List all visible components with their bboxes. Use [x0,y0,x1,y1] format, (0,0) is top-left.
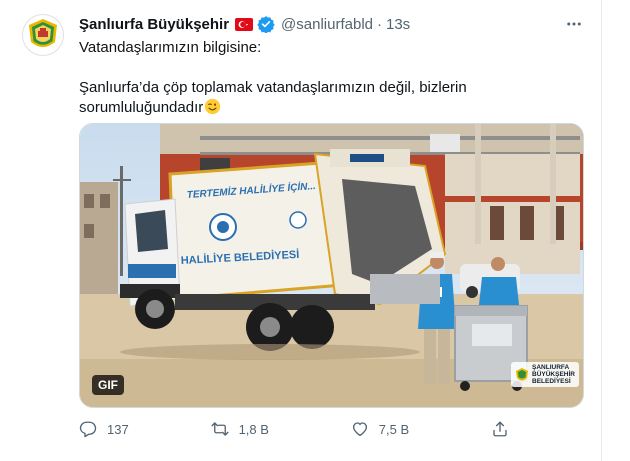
gif-badge: GIF [92,375,124,395]
municipality-watermark: ŞANLIURFA BÜYÜKŞEHİR BELEDİYESİ [511,362,579,387]
watermark-logo-icon [516,367,529,380]
winking-face-emoji-icon [204,98,221,121]
tweet-text-line-3-text: sorumluluğundadır [79,99,204,116]
display-name[interactable]: Şanlıurfa Büyükşehir [79,16,229,33]
like-button[interactable]: 7,5 B [351,420,409,438]
tweet-header: Şanlıurfa Büyükşehir @sanliurfabld · 13s [79,14,585,34]
retweet-count: 1,8 B [238,421,269,437]
tweet-card[interactable]: Şanlıurfa Büyükşehir @sanliurfabld · 13s [0,0,602,461]
watermark-line-2: BÜYÜKŞEHİR [532,371,575,378]
verified-badge-icon [257,15,275,33]
retweet-icon [211,422,229,436]
tweet-text: Vatandaşlarımızın bilgisine: Şanlıurfa’d… [79,38,579,121]
tweet-actions-bar: 137 1,8 B 7,5 B [79,420,509,438]
watermark-text: ŞANLIURFA BÜYÜKŞEHİR BELEDİYESİ [532,364,575,385]
watermark-line-1: ŞANLIURFA [532,364,570,371]
share-button[interactable] [491,420,509,438]
user-handle[interactable]: @sanliurfabld [281,16,373,33]
tweet-text-line-2: Şanlıurfa’da çöp toplamak vatandaşlarımı… [79,79,467,96]
garbage-truck-image: TERTEMİZ HALİLİYE İÇİN... HALİLİYE BELED… [80,124,583,407]
share-icon [493,421,507,437]
more-options-button[interactable] [563,14,585,34]
avatar[interactable] [22,14,64,56]
reply-count: 137 [107,421,129,437]
tweet-media-gif[interactable]: TERTEMİZ HALİLİYE İÇİN... HALİLİYE BELED… [79,123,584,408]
like-count: 7,5 B [378,421,410,437]
tweet-text-line-1: Vatandaşlarımızın bilgisine: [79,39,262,56]
turkey-flag-icon [235,17,254,31]
retweet-button[interactable]: 1,8 B [211,420,269,438]
timestamp[interactable]: 13s [386,16,410,33]
tweet-text-line-3: sorumluluğundadır [79,98,579,121]
municipality-logo-icon [29,19,57,47]
more-dots-icon [567,22,581,26]
reply-button[interactable]: 137 [79,420,129,438]
reply-icon [79,421,97,438]
heart-icon [352,422,367,437]
watermark-line-3: BELEDİYESİ [532,378,571,385]
separator-dot: · [377,15,382,33]
